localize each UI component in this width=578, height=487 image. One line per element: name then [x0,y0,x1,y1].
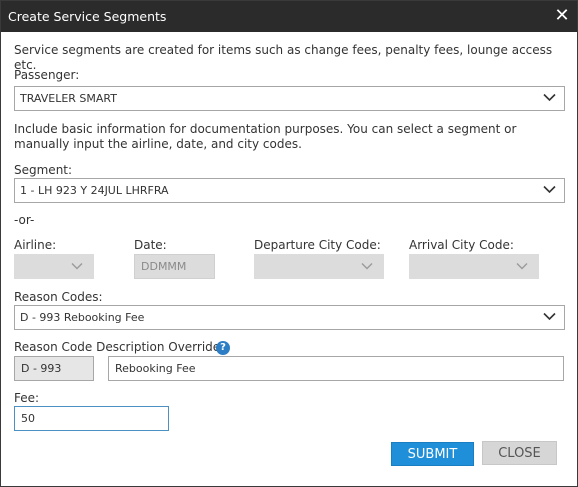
close-button[interactable]: CLOSE [482,441,557,465]
arrival-city-label: Arrival City Code: [409,238,514,252]
chevron-down-icon [361,263,373,270]
arrival-city-select[interactable] [409,254,539,279]
departure-city-select[interactable] [254,254,384,279]
help-icon[interactable]: ? [216,341,230,355]
info-text: Include basic information for documentat… [14,122,517,151]
chevron-down-icon [543,93,556,102]
departure-city-label: Departure City Code: [254,238,381,252]
fee-input[interactable]: 50 [14,406,169,431]
fee-label: Fee: [14,391,40,405]
reason-codes-value: D - 993 Rebooking Fee [20,311,145,324]
airline-label: Airline: [14,238,57,252]
date-input[interactable]: DDMMM [134,254,215,279]
segment-select[interactable]: 1 - LH 923 Y 24JUL LHRFRA [14,178,565,203]
or-divider-text: -or- [14,213,35,227]
chevron-down-icon [543,185,556,194]
date-label: Date: [134,238,167,252]
reason-codes-select[interactable]: D - 993 Rebooking Fee [14,305,565,330]
title-bar: Create Service Segments ✕ [1,1,577,32]
dialog-title: Create Service Segments [8,9,167,24]
description-override-input[interactable]: Rebooking Fee [108,356,564,381]
passenger-value: TRAVELER SMART [20,92,117,105]
passenger-label: Passenger: [14,68,80,82]
reason-code-field: D - 993 [14,356,94,381]
create-service-segments-dialog: Create Service Segments ✕ Service segmen… [0,0,578,487]
override-label: Reason Code Description Override: [14,340,225,354]
passenger-select[interactable]: TRAVELER SMART [14,86,565,111]
intro-text: Service segments are created for items s… [14,43,553,72]
segment-value: 1 - LH 923 Y 24JUL LHRFRA [20,184,169,197]
reason-codes-label: Reason Codes: [14,290,103,304]
submit-button[interactable]: SUBMIT [391,442,474,466]
chevron-down-icon [543,312,556,321]
airline-select[interactable] [14,254,94,279]
chevron-down-icon [71,263,83,270]
close-icon[interactable]: ✕ [551,5,573,27]
segment-label: Segment: [14,163,73,177]
chevron-down-icon [516,263,528,270]
